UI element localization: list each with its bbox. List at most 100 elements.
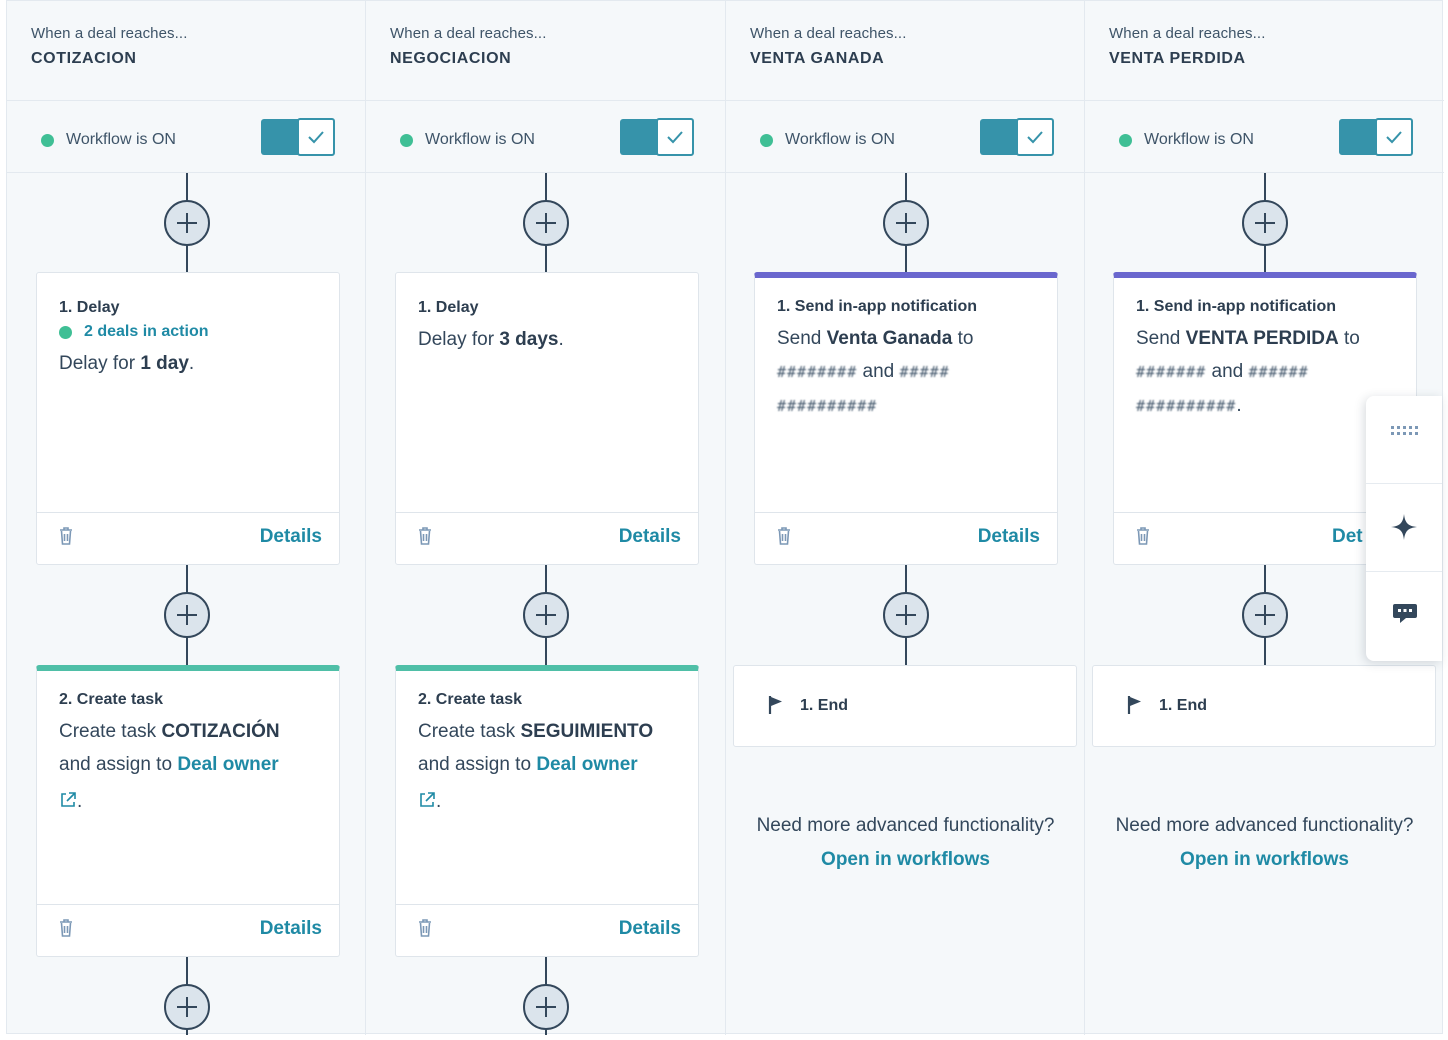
add-action-button[interactable] xyxy=(883,200,929,246)
grid-icon[interactable] xyxy=(1390,424,1420,438)
action-card-create-task[interactable]: 2. Create task Create task SEGUIMIENTO a… xyxy=(395,665,699,957)
card-description: Delay for 1 day. xyxy=(59,347,325,380)
action-card-create-task[interactable]: 2. Create task Create task COTIZACIÓN an… xyxy=(36,665,340,957)
workflow-toggle[interactable] xyxy=(1339,118,1413,156)
workflow-status-text: Workflow is ON xyxy=(66,131,176,148)
deal-owner-link[interactable]: Deal owner xyxy=(177,754,278,775)
card-link-row: . xyxy=(418,785,684,818)
desc-value: 3 days xyxy=(499,329,559,350)
add-action-button[interactable] xyxy=(523,592,569,638)
side-panel-chat[interactable] xyxy=(1366,572,1442,660)
card-description: Send Venta Ganada to xyxy=(777,322,1043,355)
advanced-functionality: Need more advanced functionality? Open i… xyxy=(1085,815,1444,871)
desc-suffix: to xyxy=(1338,328,1360,349)
toggle-knob xyxy=(297,118,335,156)
add-action-button[interactable] xyxy=(1242,592,1288,638)
trash-icon[interactable] xyxy=(418,918,432,938)
card-link-row: . xyxy=(59,785,325,818)
add-action-button[interactable] xyxy=(164,984,210,1030)
stage-name: VENTA PERDIDA xyxy=(1109,50,1246,67)
external-link-icon[interactable] xyxy=(59,791,77,809)
card-description: Send VENTA PERDIDA to xyxy=(1136,322,1402,355)
chat-icon[interactable] xyxy=(1392,602,1418,626)
workflow-status-text: Workflow is ON xyxy=(785,131,895,148)
column-negociacion: When a deal reaches... NEGOCIACION Workf… xyxy=(366,1,726,1035)
details-button[interactable]: Details xyxy=(619,918,681,940)
toggle-knob xyxy=(1016,118,1054,156)
in-action-link[interactable]: 2 deals in action xyxy=(59,323,325,341)
open-in-workflows-link[interactable]: Open in workflows xyxy=(726,849,1085,871)
details-button[interactable]: Details xyxy=(978,526,1040,548)
desc-suffix: . xyxy=(558,329,564,350)
redacted-recipient: ###### xyxy=(1248,363,1309,381)
add-action-button[interactable] xyxy=(164,200,210,246)
details-button[interactable]: Details xyxy=(260,918,322,940)
task-name: SEGUIMIENTO xyxy=(520,721,654,742)
side-panel-ai[interactable] xyxy=(1366,484,1442,572)
redacted-recipient: ######## xyxy=(777,363,858,381)
assign-prefix: and assign to xyxy=(418,754,537,775)
column-header: When a deal reaches... VENTA PERDIDA xyxy=(1085,1,1444,101)
column-header: When a deal reaches... NEGOCIACION xyxy=(366,1,725,101)
workflow-status-text: Workflow is ON xyxy=(425,131,535,148)
workflow-toggle[interactable] xyxy=(620,118,694,156)
card-title: 2. Create task xyxy=(418,691,523,708)
trash-icon[interactable] xyxy=(1136,526,1150,546)
stage-name: COTIZACION xyxy=(31,50,137,67)
workflow-toggle[interactable] xyxy=(261,118,335,156)
action-card-notification[interactable]: 1. Send in-app notification Send Venta G… xyxy=(754,272,1058,565)
card-title: 1. Send in-app notification xyxy=(1136,298,1336,315)
external-link-icon[interactable] xyxy=(418,791,436,809)
side-panel-grid[interactable] xyxy=(1366,396,1442,484)
check-icon xyxy=(667,131,683,144)
trash-icon[interactable] xyxy=(777,526,791,546)
column-header: When a deal reaches... VENTA GANADA xyxy=(726,1,1084,101)
add-action-button[interactable] xyxy=(523,984,569,1030)
add-action-button[interactable] xyxy=(164,592,210,638)
add-action-button[interactable] xyxy=(1242,200,1288,246)
flag-icon xyxy=(768,696,782,714)
trigger-subtitle: When a deal reaches... xyxy=(750,25,907,42)
end-action-card[interactable]: 1. End xyxy=(733,665,1077,747)
action-card-delay[interactable]: 1. Delay 2 deals in action Delay for 1 d… xyxy=(36,272,340,565)
desc-prefix: Delay for xyxy=(59,353,141,374)
column-header: When a deal reaches... COTIZACION xyxy=(7,1,365,101)
card-title: 1. Send in-app notification xyxy=(777,298,977,315)
card-footer: Details xyxy=(37,512,339,564)
workflow-toggle[interactable] xyxy=(980,118,1054,156)
redacted-recipient: ##### xyxy=(899,363,950,381)
details-button[interactable]: Det xyxy=(1332,526,1363,548)
redacted-recipient: ####### xyxy=(1136,363,1207,381)
end-label: 1. End xyxy=(1159,697,1208,714)
trigger-subtitle: When a deal reaches... xyxy=(31,25,188,42)
card-title: 1. Delay xyxy=(59,299,120,316)
task-name: COTIZACIÓN xyxy=(161,721,280,742)
add-action-button[interactable] xyxy=(523,200,569,246)
check-icon xyxy=(1386,131,1402,144)
column-cotizacion: When a deal reaches... COTIZACION Workfl… xyxy=(7,1,366,1035)
trash-icon[interactable] xyxy=(59,526,73,546)
details-button[interactable]: Details xyxy=(260,526,322,548)
stage-name: NEGOCIACION xyxy=(390,50,512,67)
trash-icon[interactable] xyxy=(59,918,73,938)
trash-icon[interactable] xyxy=(418,526,432,546)
deal-owner-link[interactable]: Deal owner xyxy=(536,754,637,775)
toggle-knob xyxy=(1375,118,1413,156)
column-venta-ganada: When a deal reaches... VENTA GANADA Work… xyxy=(726,1,1085,1035)
card-assign: and assign to Deal owner xyxy=(418,748,684,781)
desc-prefix: Send xyxy=(777,328,827,349)
end-label: 1. End xyxy=(800,697,849,714)
stage-name: VENTA GANADA xyxy=(750,50,885,67)
sparkle-icon[interactable] xyxy=(1390,513,1418,541)
desc-suffix: . xyxy=(1236,395,1242,416)
open-in-workflows-link[interactable]: Open in workflows xyxy=(1085,849,1444,871)
add-action-button[interactable] xyxy=(883,592,929,638)
status-dot xyxy=(59,325,72,339)
in-action-label: 2 deals in action xyxy=(84,323,209,340)
workflow-board: When a deal reaches... COTIZACION Workfl… xyxy=(6,0,1444,1035)
card-description: Delay for 3 days. xyxy=(418,323,684,356)
action-card-delay[interactable]: 1. Delay Delay for 3 days. Details xyxy=(395,272,699,565)
trigger-subtitle: When a deal reaches... xyxy=(1109,25,1266,42)
end-action-card[interactable]: 1. End xyxy=(1092,665,1436,747)
details-button[interactable]: Details xyxy=(619,526,681,548)
